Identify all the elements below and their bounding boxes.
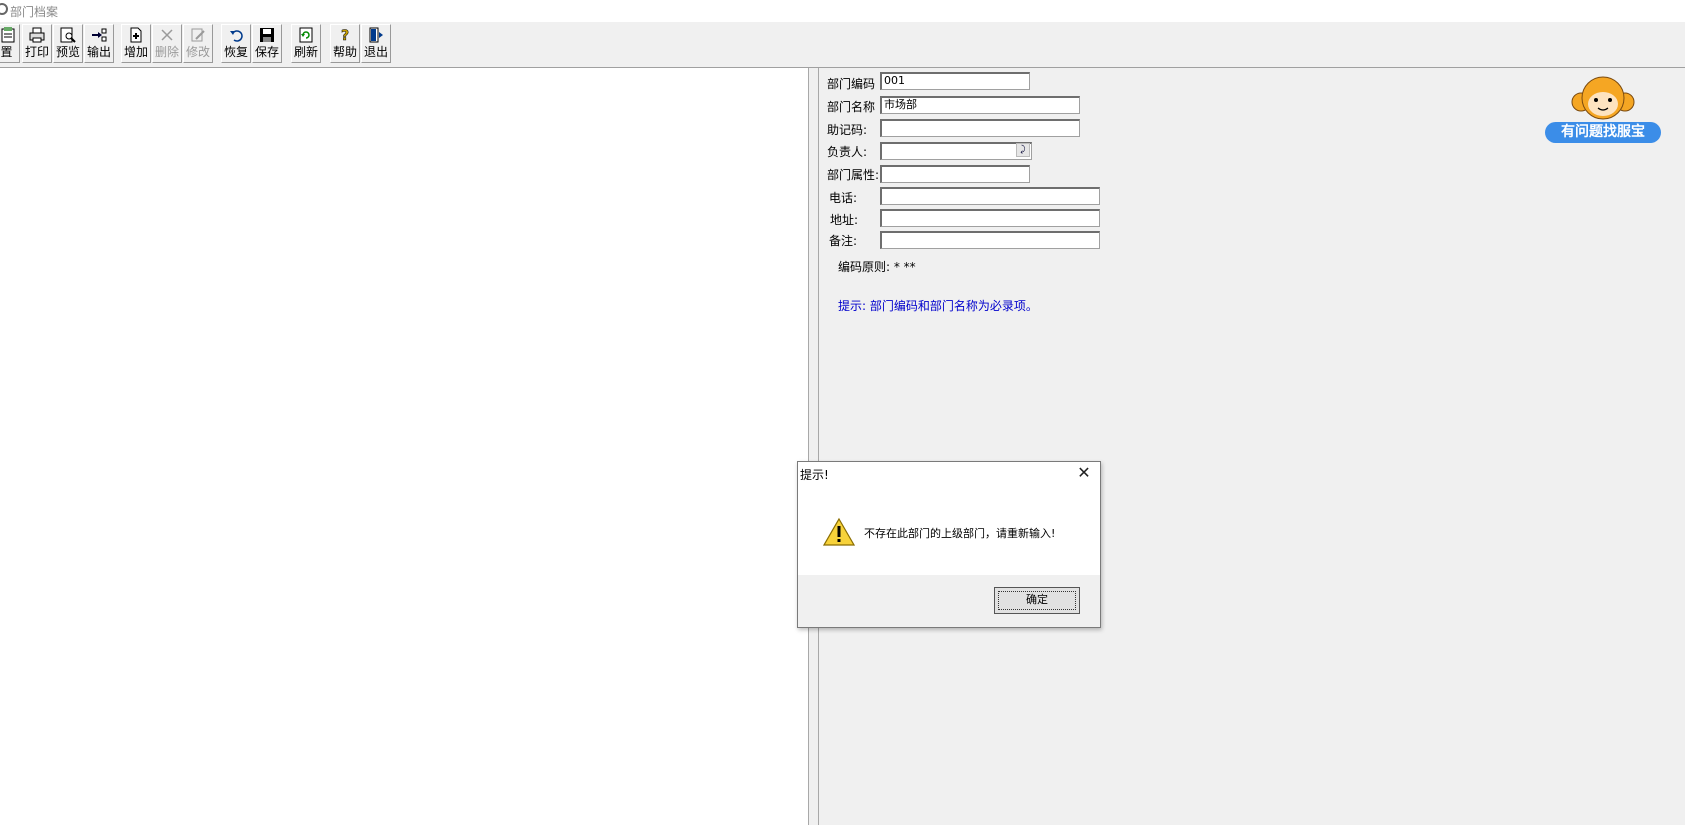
dialog-title: 提示!	[800, 468, 829, 482]
undo-arrow-icon	[230, 30, 243, 42]
help-question-icon: ?	[341, 28, 350, 43]
add-document-icon	[130, 27, 142, 43]
export-button[interactable]: 输出	[84, 24, 114, 63]
dept-code-field[interactable]: 001	[880, 72, 1030, 90]
print-button[interactable]: 打印	[22, 24, 52, 63]
dept-name-label: 部门名称	[827, 100, 876, 114]
phone-field[interactable]	[880, 187, 1100, 205]
window-title: 部门档案	[10, 5, 59, 19]
dept-name-field[interactable]: 市场部	[880, 96, 1080, 114]
refresh-icon	[299, 27, 313, 43]
dialog-footer: 确定	[798, 575, 1100, 627]
required-hint-text: 提示: 部门编码和部门名称为必录项。	[838, 299, 1038, 313]
app-icon	[0, 3, 8, 15]
help-badge-label: 有问题找服宝	[1545, 122, 1661, 143]
department-form: 部门编码 001 部门名称 市场部 助记码: 负责人: ⤸ 部门属性: 电话: …	[820, 68, 1685, 825]
remark-field[interactable]	[880, 231, 1100, 249]
floppy-disk-icon	[260, 28, 274, 42]
refresh-button[interactable]: 刷新	[291, 24, 321, 63]
preview-button[interactable]: 预览	[53, 24, 83, 63]
undo-button[interactable]: 恢复	[221, 24, 251, 63]
title-bar: 部门档案	[0, 0, 1685, 22]
department-tree-pane[interactable]	[0, 68, 808, 825]
mascot-help-widget[interactable]: 有问题找服宝	[1545, 76, 1661, 144]
dept-code-label: 部门编码	[827, 77, 876, 91]
address-label: 地址:	[830, 213, 859, 227]
toolbar: 设置 打印 预览 输出 增加 删除 修改	[0, 22, 1685, 68]
remark-label: 备注:	[829, 234, 858, 248]
dialog-message: 不存在此部门的上级部门，请重新输入!	[864, 527, 1056, 540]
preview-icon	[60, 27, 76, 43]
mnemonic-label: 助记码:	[827, 123, 868, 137]
attribute-field[interactable]	[880, 165, 1030, 183]
message-dialog: 提示! ✕ 不存在此部门的上级部门，请重新输入! 确定	[797, 461, 1101, 628]
manager-lookup-button[interactable]: ⤸	[1016, 143, 1030, 157]
monkey-mascot-icon	[1571, 76, 1635, 120]
printer-icon	[29, 27, 45, 43]
warning-icon	[823, 517, 855, 546]
attribute-label: 部门属性:	[827, 168, 880, 182]
help-button[interactable]: ? 帮助	[330, 24, 360, 63]
address-field[interactable]	[880, 209, 1100, 227]
edit-button[interactable]: 修改	[183, 24, 213, 63]
phone-label: 电话:	[829, 191, 858, 205]
setup-button[interactable]: 设置	[0, 24, 20, 63]
manager-field[interactable]	[880, 142, 1032, 160]
lookup-arrow-icon: ⤸	[1020, 145, 1026, 155]
exit-button[interactable]: 退出	[361, 24, 391, 63]
svg-text:?: ?	[341, 28, 349, 43]
add-button[interactable]: 增加	[121, 24, 151, 63]
exit-door-icon	[369, 27, 383, 43]
ok-button[interactable]: 确定	[994, 587, 1080, 614]
edit-icon	[191, 28, 205, 42]
coding-rule-text: 编码原则: * **	[838, 260, 916, 274]
pane-splitter[interactable]	[808, 68, 819, 825]
manager-label: 负责人:	[827, 145, 868, 159]
export-icon	[92, 28, 107, 42]
setup-icon	[1, 27, 14, 43]
close-icon[interactable]: ✕	[1074, 464, 1094, 482]
mnemonic-field[interactable]	[880, 119, 1080, 137]
save-button[interactable]: 保存	[252, 24, 282, 63]
focus-rect	[998, 591, 1076, 610]
delete-x-icon	[161, 29, 173, 41]
delete-button[interactable]: 删除	[152, 24, 182, 63]
